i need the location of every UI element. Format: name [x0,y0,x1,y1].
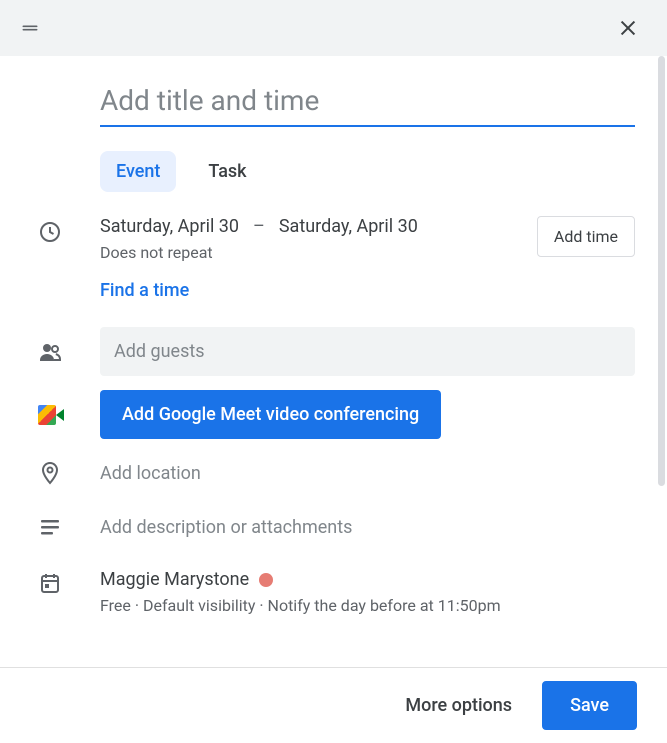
calendar-color-dot [259,573,273,587]
title-input[interactable] [100,80,635,127]
close-button[interactable] [609,9,647,47]
save-button[interactable]: Save [542,681,637,730]
calendar-name: Maggie Marystone [100,569,249,590]
add-meet-button[interactable]: Add Google Meet video conferencing [100,390,441,439]
date-text[interactable]: Saturday, April 30 – Saturday, April 30 … [100,216,525,262]
description-row: Add description or attachments [0,515,667,539]
location-field[interactable]: Add location [100,463,201,484]
calendar-row: Maggie Marystone Free · Default visibili… [0,569,667,615]
date-separator: – [253,216,265,237]
start-date[interactable]: Saturday, April 30 [100,216,239,237]
description-icon [0,515,100,539]
guests-input[interactable] [100,327,635,376]
find-time-link[interactable]: Find a time [100,280,189,301]
dialog-footer: More options Save [0,667,667,743]
dialog-header [0,0,667,56]
add-time-button[interactable]: Add time [537,216,635,257]
google-meet-icon [0,405,100,425]
end-date[interactable]: Saturday, April 30 [279,216,418,237]
guests-row [0,327,667,376]
meet-row: Add Google Meet video conferencing [0,390,667,439]
dialog-content: Event Task Saturday, April 30 – Saturday… [0,56,667,667]
drag-handle-icon[interactable] [20,18,40,38]
clock-icon [0,216,100,244]
tab-task[interactable]: Task [192,151,262,192]
tab-event[interactable]: Event [100,151,176,192]
calendar-icon [0,569,100,595]
location-row: Add location [0,461,667,485]
more-options-button[interactable]: More options [397,685,520,726]
location-icon [0,461,100,485]
people-icon [0,340,100,364]
tabs: Event Task [0,127,667,216]
title-row [0,80,667,127]
calendar-meta: Free · Default visibility · Notify the d… [100,596,635,615]
date-row: Saturday, April 30 – Saturday, April 30 … [0,216,667,262]
repeat-text[interactable]: Does not repeat [100,243,525,262]
description-field[interactable]: Add description or attachments [100,517,352,538]
calendar-info[interactable]: Maggie Marystone Free · Default visibili… [100,569,635,615]
find-time-row: Find a time [0,280,667,301]
